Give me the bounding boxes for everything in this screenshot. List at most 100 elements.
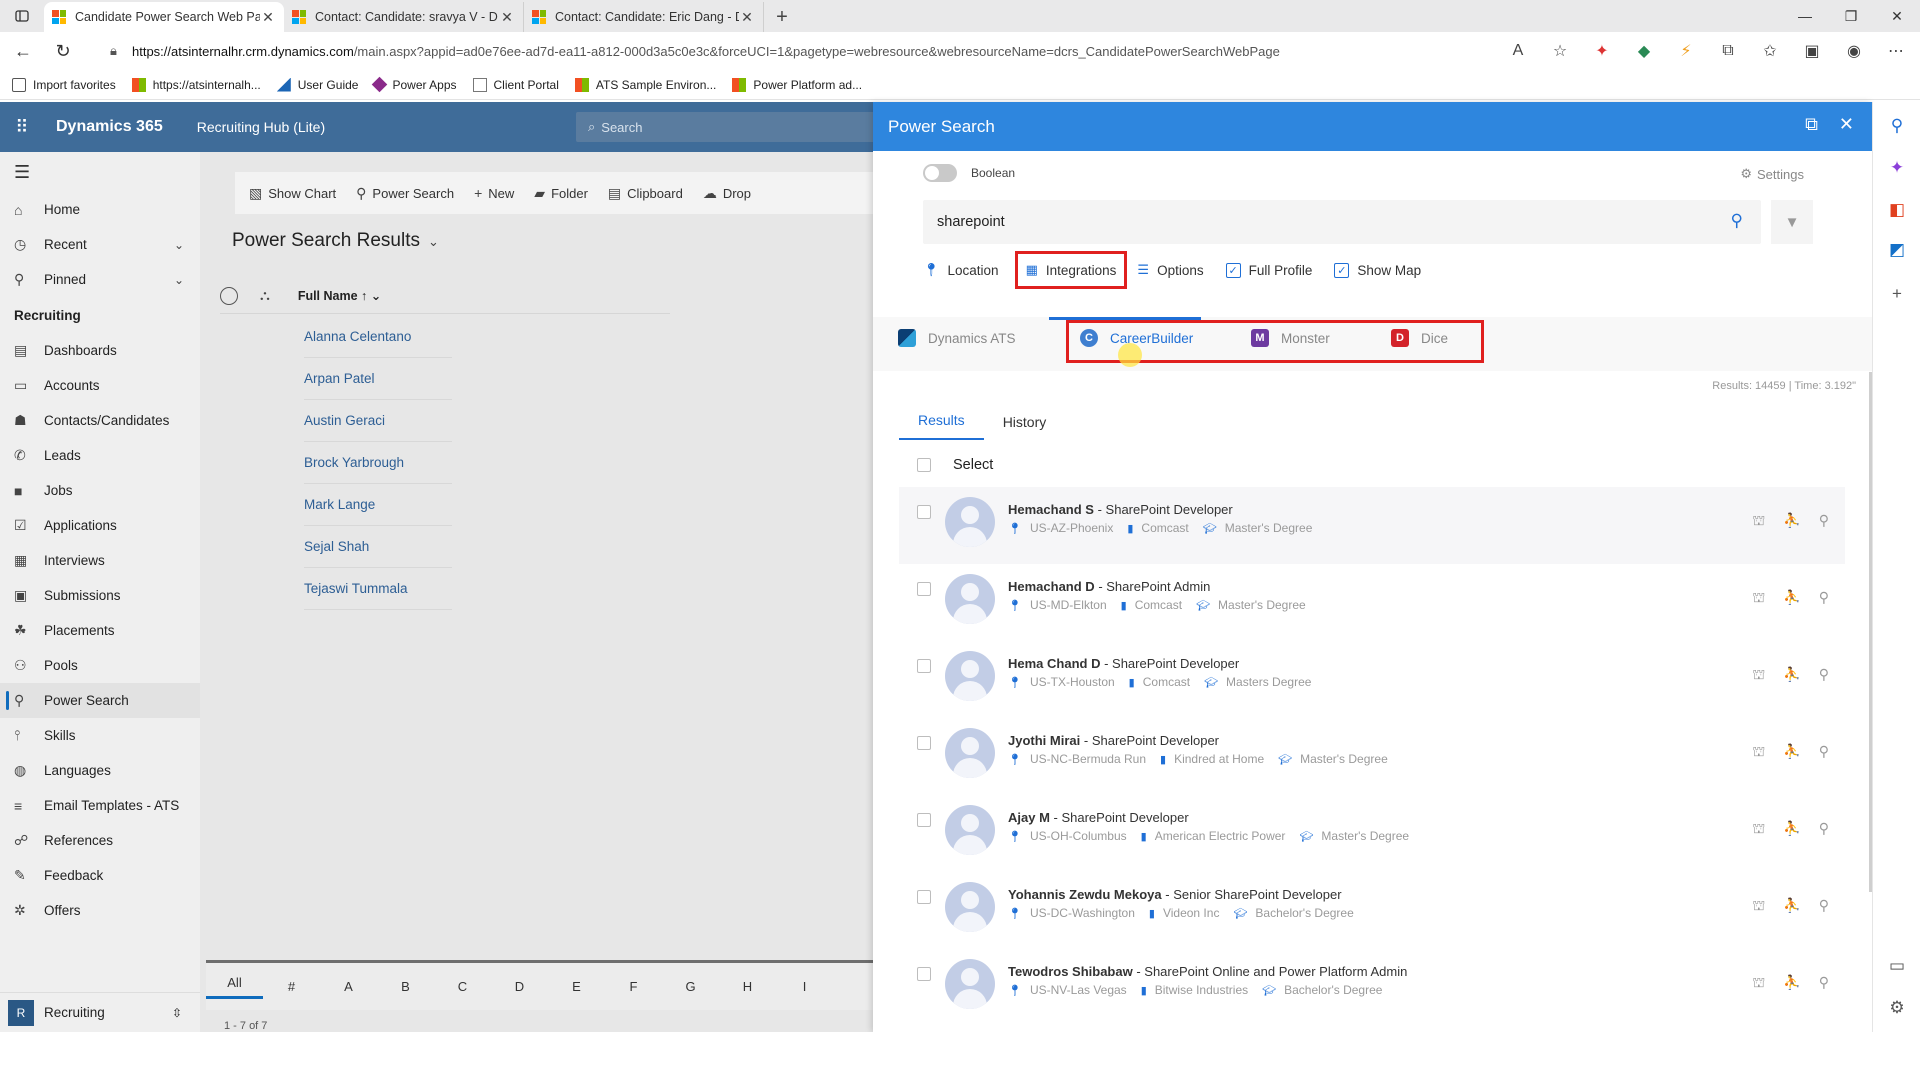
alpha-filter[interactable]: D	[491, 979, 548, 994]
add-candidate-icon[interactable]: ⛹	[1783, 512, 1800, 531]
result-checkbox[interactable]	[917, 890, 931, 904]
office-icon[interactable]: ◧	[1873, 200, 1920, 220]
binoculars-icon[interactable]: ⛫	[1752, 666, 1765, 685]
nav-item-dashboards[interactable]: ▤ Dashboards	[0, 333, 200, 368]
binoculars-icon[interactable]: ⛫	[1752, 820, 1765, 839]
select-all-radio[interactable]	[220, 286, 238, 305]
nav-item-email-templates[interactable]: ≡ Email Templates - ATS	[0, 788, 200, 823]
binoculars-icon[interactable]: ⛫	[1752, 897, 1765, 916]
nav-item-accounts[interactable]: ▭ Accounts	[0, 368, 200, 403]
alpha-filter-all[interactable]: All	[206, 975, 263, 999]
collections-icon[interactable]: ▣	[1798, 38, 1826, 64]
add-candidate-icon[interactable]: ⛹	[1783, 820, 1800, 839]
nav-item-jobs[interactable]: ■ Jobs	[0, 473, 200, 508]
favorite-client-portal[interactable]: Client Portal	[472, 77, 559, 92]
grid-row-link[interactable]: Austin Geraci	[304, 400, 452, 442]
url-field[interactable]: 🔒︎ https://atsinternalhr.crm.dynamics.co…	[110, 36, 1510, 66]
copilot-icon[interactable]: ✦	[1873, 158, 1920, 178]
candidate-name[interactable]: Jyothi Mirai	[1008, 733, 1080, 748]
result-checkbox[interactable]	[917, 967, 931, 981]
nav-item-placements[interactable]: ☘ Placements	[0, 613, 200, 648]
grid-row-link[interactable]: Tejaswi Tummala	[304, 568, 452, 610]
browser-tab-sravya[interactable]: Contact: Candidate: sravya V - D ✕	[284, 2, 524, 32]
preview-search-icon[interactable]: ⚲	[1819, 512, 1829, 531]
close-tab-icon[interactable]: ✕	[499, 9, 515, 26]
full-profile-checkbox[interactable]: ✓ Full Profile	[1225, 262, 1312, 278]
search-icon[interactable]: ⚲	[1873, 116, 1920, 136]
candidate-name[interactable]: Hemachand S	[1008, 502, 1094, 517]
global-search[interactable]: ⌕ Search	[576, 112, 876, 142]
preview-search-icon[interactable]: ⚲	[1819, 743, 1829, 762]
nav-item-recent[interactable]: ◷ Recent ⌄	[0, 227, 200, 262]
power-search-input[interactable]: sharepoint ⚲	[923, 200, 1761, 244]
select-all-checkbox[interactable]	[917, 458, 931, 472]
result-item[interactable]: Tewodros Shibabaw - SharePoint Online an…	[899, 949, 1845, 1026]
nav-item-submissions[interactable]: ▣ Submissions	[0, 578, 200, 613]
close-tab-icon[interactable]: ✕	[260, 9, 276, 26]
nav-item-interviews[interactable]: ▦ Interviews	[0, 543, 200, 578]
preview-search-icon[interactable]: ⚲	[1819, 974, 1829, 993]
chevron-down-icon[interactable]: ⌄	[174, 273, 184, 287]
browser-tab-power-search[interactable]: Candidate Power Search Web Pa ✕	[44, 2, 284, 32]
grid-row-link[interactable]: Mark Lange	[304, 484, 452, 526]
candidate-name[interactable]: Yohannis Zewdu Mekoya	[1008, 887, 1162, 902]
nav-item-contacts[interactable]: ☗ Contacts/Candidates	[0, 403, 200, 438]
result-checkbox[interactable]	[917, 659, 931, 673]
power-search-button[interactable]: ⚲ Power Search	[356, 185, 454, 202]
binoculars-icon[interactable]: ⛫	[1752, 974, 1765, 993]
folder-button[interactable]: ▰ Folder	[534, 185, 588, 202]
grid-row-link[interactable]: Sejal Shah	[304, 526, 452, 568]
alpha-filter[interactable]: H	[719, 979, 776, 994]
search-icon[interactable]: ⚲	[1731, 211, 1743, 231]
nav-item-pinned[interactable]: ⚲ Pinned ⌄	[0, 262, 200, 297]
sidebar-toggle-icon[interactable]: ▭	[1873, 956, 1920, 976]
add-candidate-icon[interactable]: ⛹	[1783, 897, 1800, 916]
add-candidate-icon[interactable]: ⛹	[1783, 666, 1800, 685]
result-checkbox[interactable]	[917, 582, 931, 596]
source-tab-dynamics-ats[interactable]: Dynamics ATS	[898, 329, 1016, 347]
result-item[interactable]: Yohannis Zewdu Mekoya - Senior SharePoin…	[899, 872, 1845, 949]
profile-avatar-icon[interactable]: ◉	[1840, 38, 1868, 64]
binoculars-icon[interactable]: ⛫	[1752, 512, 1765, 531]
preview-search-icon[interactable]: ⚲	[1819, 589, 1829, 608]
favorite-user-guide[interactable]: User Guide	[276, 77, 358, 92]
power-automate-icon[interactable]: ⚡	[1672, 38, 1700, 64]
preview-search-icon[interactable]: ⚲	[1819, 820, 1829, 839]
nav-item-references[interactable]: ☍ References	[0, 823, 200, 858]
dynamics-extension-icon[interactable]: ◆	[1630, 38, 1658, 64]
app-name[interactable]: Recruiting Hub (Lite)	[197, 119, 325, 135]
favorite-atsinternal[interactable]: https://atsinternalh...	[131, 77, 261, 92]
view-selector[interactable]: Power Search Results ⌄	[232, 230, 439, 252]
back-icon[interactable]: ←	[6, 35, 40, 67]
favorite-power-apps[interactable]: Power Apps	[372, 76, 457, 93]
close-tab-icon[interactable]: ✕	[739, 9, 755, 26]
alpha-filter[interactable]: #	[263, 979, 320, 994]
extension-icon[interactable]: ✦	[1588, 38, 1616, 64]
minimize-icon[interactable]: —	[1782, 0, 1828, 32]
result-checkbox[interactable]	[917, 736, 931, 750]
candidate-name[interactable]: Hemachand D	[1008, 579, 1095, 594]
favorites-icon[interactable]: ✩	[1756, 38, 1784, 64]
add-candidate-icon[interactable]: ⛹	[1783, 589, 1800, 608]
area-switcher[interactable]: R Recruiting ⇳	[0, 992, 200, 1032]
result-checkbox[interactable]	[917, 813, 931, 827]
alpha-filter[interactable]: E	[548, 979, 605, 994]
add-candidate-icon[interactable]: ⛹	[1783, 974, 1800, 993]
preview-search-icon[interactable]: ⚲	[1819, 897, 1829, 916]
restore-icon[interactable]: ❐	[1828, 0, 1874, 32]
nav-item-offers[interactable]: ✲ Offers	[0, 893, 200, 928]
app-launcher-icon[interactable]: ⠿	[0, 117, 44, 138]
open-new-window-icon[interactable]: ⧉	[1805, 114, 1818, 135]
location-option[interactable]: 📍︎ Location	[923, 262, 999, 278]
alpha-filter[interactable]: G	[662, 979, 719, 994]
grid-row-link[interactable]: Alanna Celentano	[304, 316, 452, 358]
favorite-star-icon[interactable]: ☆	[1546, 38, 1574, 64]
favorite-ats-sample[interactable]: ATS Sample Environ...	[574, 77, 716, 92]
result-item[interactable]: Ajay M - SharePoint Developer 📍︎ US-OH-Co…	[899, 795, 1845, 872]
add-icon[interactable]: +	[1873, 284, 1920, 304]
integrations-option[interactable]: ▦ Integrations	[1014, 251, 1128, 289]
clipboard-button[interactable]: ▤ Clipboard	[608, 185, 683, 202]
grid-row-link[interactable]: Arpan Patel	[304, 358, 452, 400]
favorite-power-platform[interactable]: Power Platform ad...	[732, 77, 862, 92]
gear-icon[interactable]: ⚙	[1873, 998, 1920, 1018]
